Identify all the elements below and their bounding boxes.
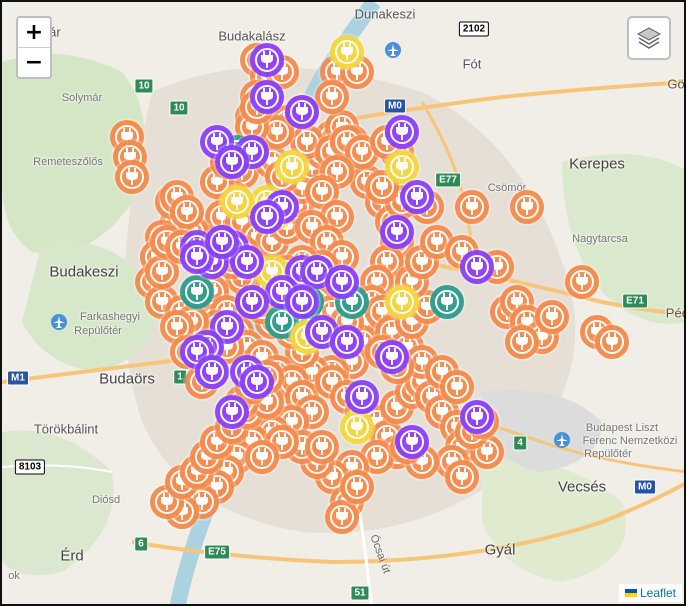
charging-station-marker-purple[interactable] [345,380,379,414]
charging-station-marker-purple[interactable] [330,325,364,359]
ukraine-flag-icon [624,589,637,597]
charging-station-marker-purple[interactable] [400,180,434,214]
charging-station-marker-purple[interactable] [205,225,239,259]
charging-station-marker-purple[interactable] [460,400,494,434]
charging-station-marker-purple[interactable] [325,265,359,299]
charging-station-marker-orange[interactable] [340,470,374,504]
charging-station-marker-purple[interactable] [195,355,229,389]
charging-station-marker-orange[interactable] [535,300,569,334]
zoom-in-button[interactable]: + [18,18,50,48]
charging-station-marker-yellow[interactable] [340,410,374,444]
zoom-control: + − [16,16,52,79]
charging-station-marker-purple[interactable] [375,340,409,374]
charging-station-marker-yellow[interactable] [220,185,254,219]
charging-station-marker-orange[interactable] [325,500,359,534]
charging-station-marker-purple[interactable] [460,250,494,284]
charging-station-marker-purple[interactable] [250,43,284,77]
charging-station-marker-orange[interactable] [245,440,279,474]
charging-station-marker-orange[interactable] [505,325,539,359]
charging-station-marker-purple[interactable] [285,285,319,319]
charging-station-marker-orange[interactable] [455,190,489,224]
charging-station-marker-purple[interactable] [250,200,284,234]
charging-station-marker-teal[interactable] [430,285,464,319]
charging-station-marker-orange[interactable] [445,460,479,494]
charging-station-marker-purple[interactable] [250,80,284,114]
charging-station-marker-orange[interactable] [595,325,629,359]
charging-station-marker-yellow[interactable] [275,150,309,184]
layers-button[interactable] [627,16,671,60]
layers-icon [636,27,662,49]
charging-station-marker-purple[interactable] [235,285,269,319]
zoom-out-button[interactable]: − [18,48,50,77]
charging-station-marker-purple[interactable] [240,365,274,399]
charging-station-marker-purple[interactable] [385,115,419,149]
charging-station-marker-yellow[interactable] [385,285,419,319]
marker-layer [2,2,684,604]
leaflet-link[interactable]: Leaflet [640,586,676,600]
charging-station-marker-orange[interactable] [565,265,599,299]
charging-station-marker-orange[interactable] [315,80,349,114]
charging-station-marker-teal[interactable] [180,275,214,309]
charging-station-marker-yellow[interactable] [385,150,419,184]
charging-station-marker-purple[interactable] [215,145,249,179]
charging-station-marker-yellow[interactable] [330,35,364,69]
charging-station-marker-orange[interactable] [440,370,474,404]
charging-station-marker-orange[interactable] [305,430,339,464]
charging-station-marker-purple[interactable] [380,215,414,249]
charging-station-marker-orange[interactable] [170,195,204,229]
charging-station-marker-orange[interactable] [510,190,544,224]
map-container[interactable]: örösvár Budakalász Dunakeszi Fót Gö Soly… [0,0,686,606]
charging-station-marker-purple[interactable] [285,95,319,129]
charging-station-marker-purple[interactable] [215,395,249,429]
attribution: Leaflet [618,584,682,602]
charging-station-marker-orange[interactable] [115,160,149,194]
charging-station-marker-purple[interactable] [395,425,429,459]
